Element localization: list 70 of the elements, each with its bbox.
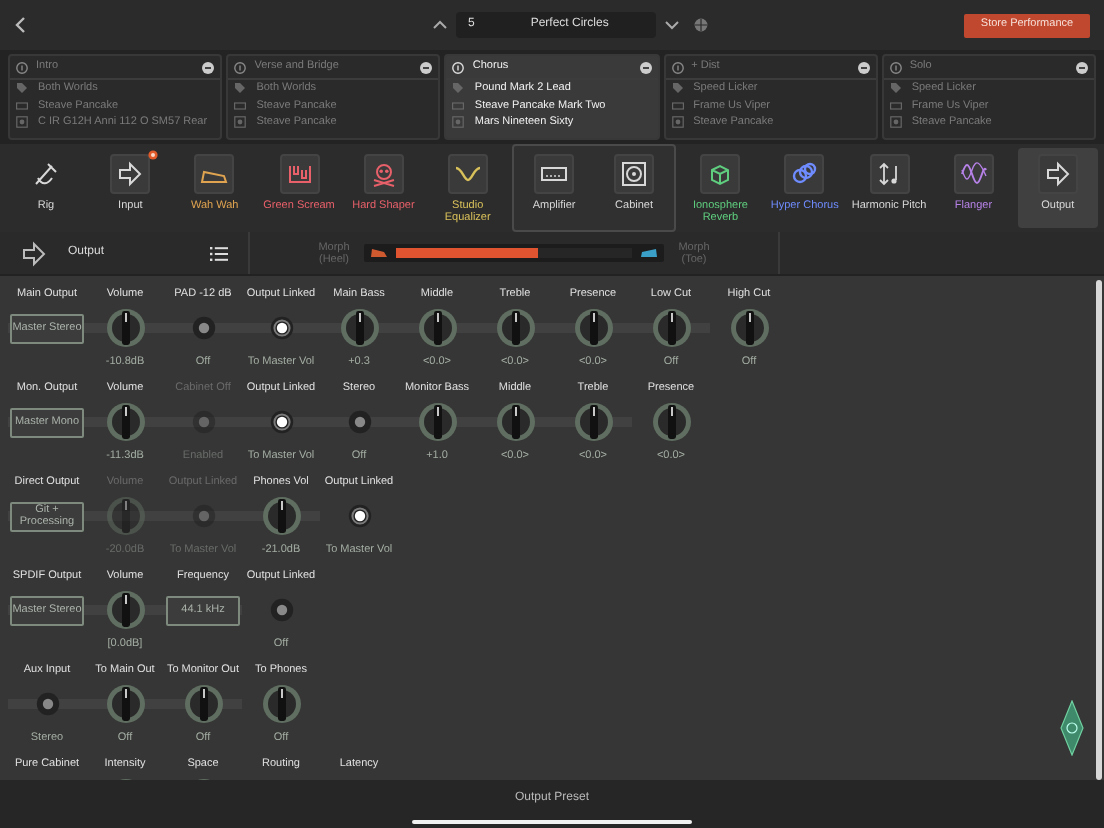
waveform-icon xyxy=(285,160,314,188)
knob[interactable] xyxy=(105,590,145,630)
cube-icon xyxy=(706,160,735,188)
alert-badge-icon xyxy=(148,150,159,160)
led-toggle[interactable] xyxy=(347,410,371,434)
knob[interactable] xyxy=(261,496,301,536)
knob[interactable] xyxy=(105,402,145,442)
globe-icon[interactable] xyxy=(694,18,708,32)
morph-slider[interactable] xyxy=(364,244,664,262)
guitar-icon xyxy=(32,160,60,188)
knob[interactable] xyxy=(417,308,457,348)
speaker-icon xyxy=(620,160,649,188)
led-toggle[interactable] xyxy=(347,504,371,528)
knob[interactable] xyxy=(417,402,457,442)
led-toggle[interactable] xyxy=(269,316,293,340)
heel-pedal-icon xyxy=(370,248,388,258)
tag-icon xyxy=(452,82,465,95)
arrow-icon xyxy=(1043,160,1072,188)
scrollbar-icon xyxy=(1096,280,1102,780)
knob[interactable] xyxy=(651,308,691,348)
knob[interactable] xyxy=(339,308,379,348)
cabinet-icon xyxy=(671,116,684,129)
cabinet-icon xyxy=(452,116,465,129)
knob[interactable] xyxy=(183,684,223,724)
led-toggle[interactable] xyxy=(269,598,293,622)
up-chevron-icon[interactable] xyxy=(432,20,448,30)
knob[interactable] xyxy=(573,308,613,348)
cabinet-icon xyxy=(234,116,247,129)
amp-icon xyxy=(671,99,684,112)
back-chevron-icon[interactable] xyxy=(14,16,26,34)
slot-number-icon xyxy=(671,61,684,73)
slot-number-icon xyxy=(16,61,28,73)
tag-icon xyxy=(16,82,28,95)
list-icon[interactable] xyxy=(210,245,228,261)
amp-icon xyxy=(234,99,247,112)
knob[interactable] xyxy=(105,684,145,724)
knob[interactable] xyxy=(651,402,691,442)
output-arrow-icon xyxy=(20,239,48,267)
arrow-icon xyxy=(116,160,145,188)
knob[interactable] xyxy=(573,402,613,442)
tag-icon xyxy=(889,82,902,95)
circles-icon xyxy=(790,160,819,188)
slot-number-icon xyxy=(452,61,465,73)
skull-icon xyxy=(369,160,398,188)
tag-icon xyxy=(234,82,247,95)
amp-icon xyxy=(16,99,28,112)
knob[interactable] xyxy=(495,308,535,348)
led-toggle[interactable] xyxy=(35,692,59,716)
remove-icon[interactable] xyxy=(202,61,215,73)
cabinet-icon xyxy=(16,116,28,129)
remove-icon[interactable] xyxy=(420,61,433,73)
slot-number-icon xyxy=(889,61,902,73)
knob[interactable] xyxy=(495,402,535,442)
remove-icon[interactable] xyxy=(1076,61,1089,73)
knob[interactable] xyxy=(105,308,145,348)
toe-pedal-icon xyxy=(640,248,658,258)
led-toggle[interactable] xyxy=(191,316,215,340)
tag-icon xyxy=(671,82,684,95)
slot-number-icon xyxy=(234,61,247,73)
cabinet-icon xyxy=(889,116,902,129)
remove-icon[interactable] xyxy=(639,61,652,73)
knob[interactable] xyxy=(729,308,769,348)
remove-icon[interactable] xyxy=(857,61,870,73)
down-chevron-icon[interactable] xyxy=(664,20,680,30)
logo-icon xyxy=(1060,700,1084,756)
led-toggle[interactable] xyxy=(269,410,293,434)
knob[interactable] xyxy=(261,684,301,724)
amp-icon xyxy=(889,99,902,112)
wave-icon xyxy=(959,160,988,188)
amp-icon xyxy=(452,99,465,112)
